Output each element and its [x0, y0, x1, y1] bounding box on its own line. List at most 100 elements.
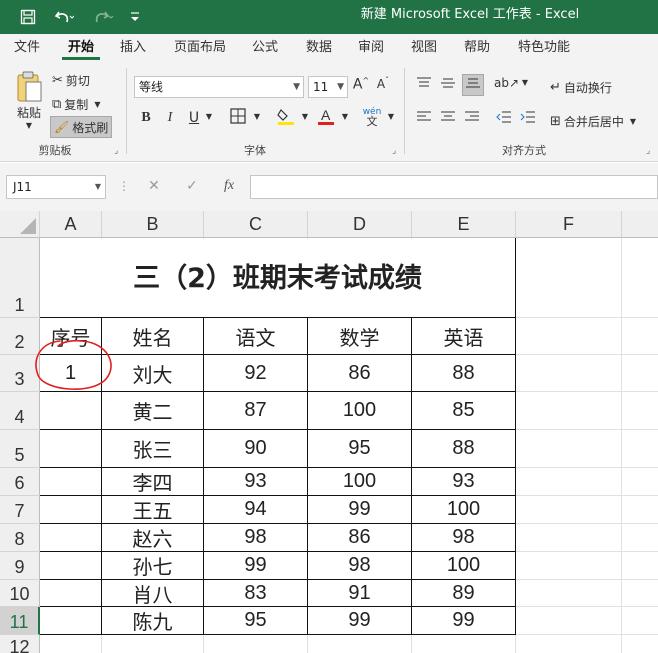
column-header-e[interactable]: E: [412, 211, 516, 238]
cell-chinese[interactable]: 98: [204, 524, 307, 551]
dialog-launcher-icon[interactable]: ⌟: [114, 146, 118, 156]
tab-view[interactable]: 视图: [403, 34, 445, 62]
merge-center-button[interactable]: ⊞ 合并后居中 ▼: [550, 110, 636, 132]
cell-name[interactable]: 黄二: [102, 392, 203, 429]
header-cell-chinese[interactable]: 语文: [204, 318, 307, 354]
chevron-down-icon[interactable]: ▼: [340, 112, 350, 121]
orientation-icon[interactable]: ab↗: [494, 76, 519, 90]
cell-math[interactable]: 100: [308, 392, 411, 429]
phonetic-guide-icon[interactable]: wén 文: [360, 108, 384, 128]
align-right-icon[interactable]: [462, 110, 482, 128]
cell-chinese[interactable]: 90: [204, 430, 307, 467]
bold-button[interactable]: B: [138, 110, 154, 126]
cell-math[interactable]: 95: [308, 430, 411, 467]
enter-icon[interactable]: ✓: [182, 178, 202, 194]
cell-name[interactable]: 刘大: [102, 355, 203, 391]
tab-file[interactable]: 文件: [6, 34, 48, 62]
font-color-icon[interactable]: A: [316, 106, 336, 130]
borders-icon[interactable]: [228, 108, 248, 128]
cell-english[interactable]: 100: [412, 552, 515, 579]
fill-color-icon[interactable]: [276, 106, 296, 130]
cell-math[interactable]: 100: [308, 468, 411, 495]
row-header-7[interactable]: 7: [0, 496, 40, 524]
cell-english[interactable]: 99: [412, 607, 515, 634]
cell-math[interactable]: 86: [308, 524, 411, 551]
cell-math[interactable]: 98: [308, 552, 411, 579]
cell-english[interactable]: 88: [412, 430, 515, 467]
row-header-4[interactable]: 4: [0, 392, 40, 430]
increase-font-size-icon[interactable]: A^: [352, 76, 370, 93]
align-center-icon[interactable]: [438, 110, 458, 128]
cell-english[interactable]: 100: [412, 496, 515, 523]
tab-review[interactable]: 审阅: [350, 34, 392, 62]
undo-icon[interactable]: [46, 0, 82, 34]
cell-name[interactable]: 肖八: [102, 580, 203, 607]
cell-chinese[interactable]: 99: [204, 552, 307, 579]
column-header-b[interactable]: B: [102, 211, 204, 238]
decrease-indent-icon[interactable]: [494, 110, 514, 128]
tab-special-features[interactable]: 特色功能: [512, 34, 576, 62]
cell-english[interactable]: 98: [412, 524, 515, 551]
wrap-text-button[interactable]: ↵ 自动换行: [550, 76, 612, 98]
name-box[interactable]: J11 ▼: [6, 175, 106, 199]
row-header-10[interactable]: 10: [0, 580, 40, 607]
select-all-button[interactable]: [0, 211, 40, 238]
customize-icon[interactable]: [126, 0, 144, 34]
column-header-c[interactable]: C: [204, 211, 308, 238]
chevron-down-icon[interactable]: ▼: [204, 112, 214, 121]
middle-align-icon[interactable]: [438, 76, 458, 94]
cell-chinese[interactable]: 92: [204, 355, 307, 391]
cell-chinese[interactable]: 95: [204, 607, 307, 634]
drag-handle-icon[interactable]: ⋮: [118, 179, 130, 193]
column-header-a[interactable]: A: [40, 211, 102, 238]
increase-indent-icon[interactable]: [518, 110, 538, 128]
row-header-1[interactable]: 1: [0, 238, 40, 318]
save-icon[interactable]: [14, 0, 42, 34]
column-header-g[interactable]: [622, 211, 658, 238]
header-cell-english[interactable]: 英语: [412, 318, 515, 354]
cell-name[interactable]: 张三: [102, 430, 203, 467]
cell-english[interactable]: 93: [412, 468, 515, 495]
dialog-launcher-icon[interactable]: ⌟: [646, 146, 650, 156]
format-painter-button[interactable]: 🖌 格式刷: [50, 116, 113, 138]
tab-insert[interactable]: 插入: [112, 34, 154, 62]
cell-chinese[interactable]: 83: [204, 580, 307, 606]
cell-name[interactable]: 赵六: [102, 524, 203, 551]
cell-name[interactable]: 王五: [102, 496, 203, 523]
chevron-down-icon[interactable]: ▼: [300, 112, 310, 121]
cell-math[interactable]: 91: [308, 580, 411, 606]
underline-button[interactable]: U: [186, 110, 202, 126]
formula-input[interactable]: [250, 175, 658, 199]
row-header-9[interactable]: 9: [0, 552, 40, 580]
cell-english[interactable]: 88: [412, 355, 515, 391]
cell-english[interactable]: 85: [412, 392, 515, 429]
chevron-down-icon[interactable]: ▼: [520, 78, 530, 87]
cell-name[interactable]: 孙七: [102, 552, 203, 579]
cell-chinese[interactable]: 87: [204, 392, 307, 429]
row-header-8[interactable]: 8: [0, 524, 40, 552]
column-header-f[interactable]: F: [516, 211, 622, 238]
font-size-select[interactable]: 11 ▼: [308, 76, 348, 98]
cancel-icon[interactable]: ✕: [144, 178, 164, 194]
cell-name[interactable]: 陈九: [102, 607, 203, 634]
cell-name[interactable]: 李四: [102, 468, 203, 495]
bottom-align-icon[interactable]: [462, 74, 484, 96]
cell-math[interactable]: 86: [308, 355, 411, 391]
tab-home[interactable]: 开始: [60, 34, 102, 62]
header-cell-math[interactable]: 数学: [308, 318, 411, 354]
cell-chinese[interactable]: 94: [204, 496, 307, 523]
paste-button[interactable]: 粘贴 ▼: [10, 70, 48, 134]
italic-button[interactable]: I: [162, 110, 178, 126]
header-cell-name[interactable]: 姓名: [102, 318, 203, 354]
top-align-icon[interactable]: [414, 76, 434, 94]
cell-math[interactable]: 99: [308, 496, 411, 523]
row-header-12[interactable]: 12: [0, 635, 40, 653]
insert-function-icon[interactable]: fx: [218, 178, 240, 194]
cut-button[interactable]: ✂ 剪切: [52, 70, 90, 90]
chevron-down-icon[interactable]: ▼: [252, 112, 262, 121]
tab-data[interactable]: 数据: [298, 34, 340, 62]
dialog-launcher-icon[interactable]: ⌟: [392, 146, 396, 156]
tab-formulas[interactable]: 公式: [244, 34, 286, 62]
decrease-font-size-icon[interactable]: Aˇ: [374, 76, 392, 91]
cell-english[interactable]: 89: [412, 580, 515, 606]
